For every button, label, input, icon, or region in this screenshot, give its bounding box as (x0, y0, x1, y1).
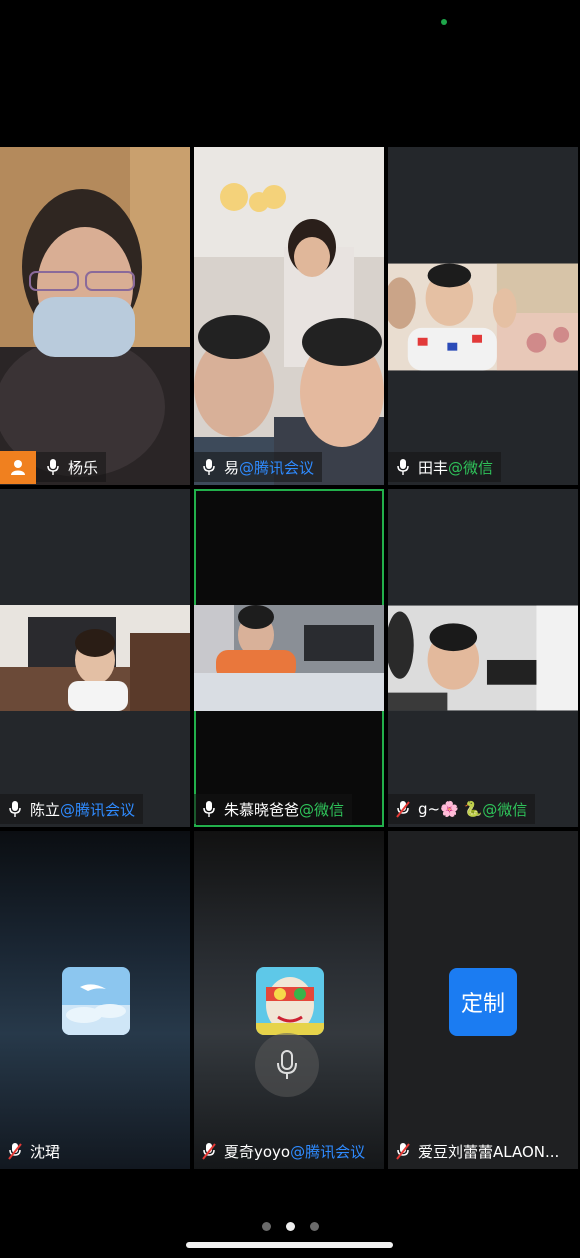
participant-tile-6[interactable]: g~🌸 🐍 @微信 (388, 489, 578, 827)
participant-source-tag: @腾讯会议 (239, 458, 315, 477)
page-dot-current[interactable] (285, 1222, 295, 1231)
page-dot[interactable] (309, 1222, 319, 1231)
mic-icon (198, 794, 220, 824)
participant-source-tag: @腾讯会议 (290, 1142, 366, 1161)
mic-icon (392, 452, 414, 482)
page-indicator[interactable] (0, 1222, 580, 1231)
participant-tile-8[interactable]: 夏奇yoyo @腾讯会议 (194, 831, 384, 1169)
mic-muted-icon (392, 1136, 414, 1166)
mic-icon (42, 452, 64, 482)
mic-icon (4, 794, 26, 824)
participant-source-tag: @微信 (448, 458, 494, 477)
microphone-icon[interactable] (255, 1033, 319, 1097)
participant-name: 夏奇yoyo (224, 1142, 291, 1161)
participant-avatar (62, 967, 130, 1035)
participant-tile-2[interactable]: 易 @腾讯会议 (194, 147, 384, 485)
participant-name: 沈珺 (30, 1142, 61, 1161)
page-dot[interactable] (261, 1222, 271, 1231)
participant-name: 陈立 (30, 800, 61, 819)
participant-name: 杨乐 (68, 458, 99, 477)
custom-avatar-button[interactable]: 定制 (449, 968, 517, 1036)
participant-avatar (256, 967, 324, 1035)
participant-namebar: 陈立 @腾讯会议 (0, 794, 144, 824)
participant-tile-4[interactable]: 陈立 @腾讯会议 (0, 489, 190, 827)
mic-muted-icon (4, 1136, 26, 1166)
participant-namebar: 杨乐 (0, 450, 107, 484)
mic-muted-icon (198, 1136, 220, 1166)
video-feed (194, 147, 384, 485)
participant-namebar: 易 @腾讯会议 (194, 452, 323, 482)
host-badge-icon (0, 450, 36, 484)
camera-indicator-dot (441, 19, 447, 25)
participant-tile-3[interactable]: 田丰 @微信 (388, 147, 578, 485)
video-feed (388, 263, 578, 371)
video-feed (0, 147, 190, 485)
participant-name: 朱慕晓爸爸 (224, 800, 300, 819)
participant-source-tag: @微信 (482, 800, 528, 819)
participant-name: g~🌸 🐍 (418, 800, 483, 818)
participant-name: 易 (224, 458, 240, 477)
participant-tile-9[interactable]: 定制 爱豆刘蕾蕾ALAON... (388, 831, 578, 1169)
participant-tile-7[interactable]: 沈珺 (0, 831, 190, 1169)
participant-tile-1[interactable]: 杨乐 (0, 147, 190, 485)
video-feed (194, 605, 384, 711)
participant-namebar: g~🌸 🐍 @微信 (388, 794, 536, 824)
participant-source-tag: @腾讯会议 (60, 800, 136, 819)
participant-namebar: 朱慕晓爸爸 @微信 (194, 794, 353, 824)
participant-namebar: 田丰 @微信 (388, 452, 502, 482)
participant-namebar: 夏奇yoyo @腾讯会议 (194, 1136, 373, 1166)
participant-source-tag: @微信 (299, 800, 345, 819)
participant-namebar: 沈珺 (0, 1136, 68, 1166)
video-feed (388, 605, 578, 711)
mic-muted-icon (392, 794, 414, 824)
participant-namebar: 爱豆刘蕾蕾ALAON... (388, 1136, 567, 1166)
mic-icon (198, 452, 220, 482)
home-indicator[interactable] (186, 1242, 393, 1248)
participant-name: 田丰 (418, 458, 449, 477)
video-feed (0, 605, 190, 711)
participant-tile-5-speaking[interactable]: 朱慕晓爸爸 @微信 (194, 489, 384, 827)
participant-name: 爱豆刘蕾蕾ALAON... (418, 1142, 560, 1161)
